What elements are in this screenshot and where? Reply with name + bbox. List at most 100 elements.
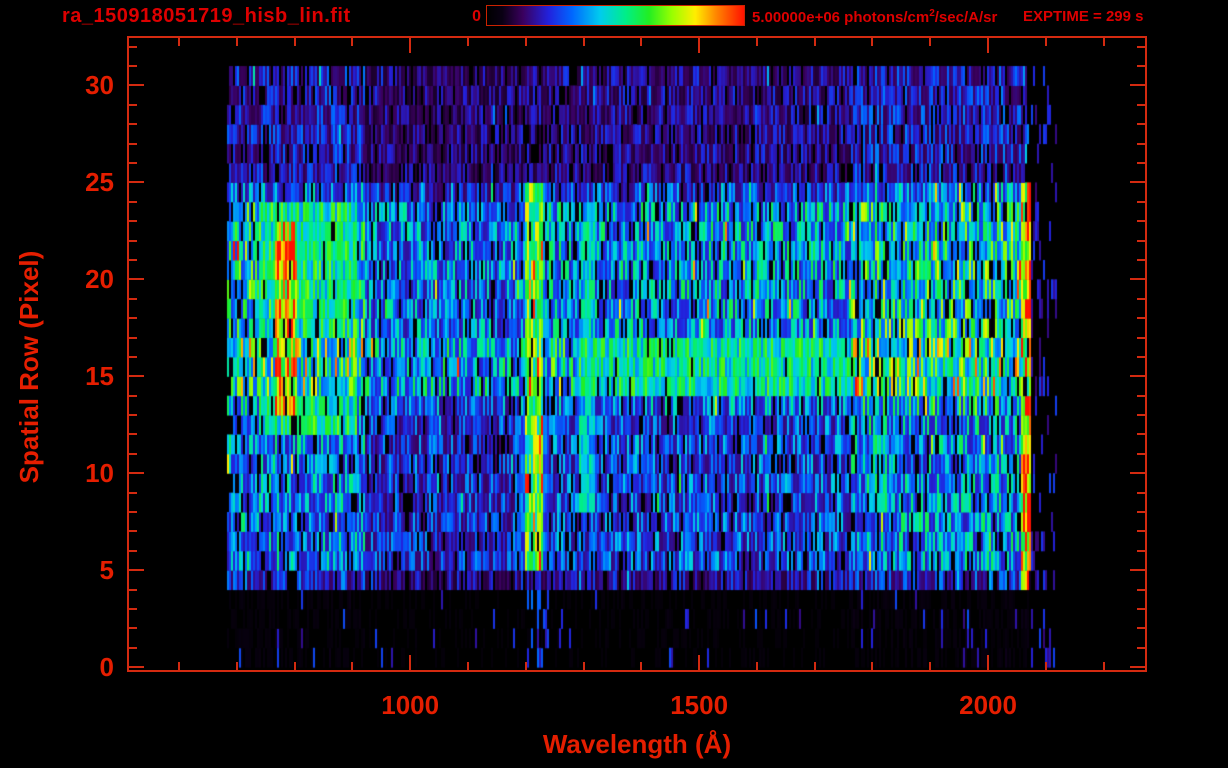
- y-minor-tick: [129, 162, 137, 164]
- y-minor-tick: [129, 433, 137, 436]
- y-minor-tick: [129, 414, 137, 417]
- y-minor-tick: [1137, 162, 1145, 164]
- x-minor-tick: [524, 38, 527, 46]
- y-minor-tick: [1137, 530, 1145, 533]
- x-minor-tick: [351, 38, 354, 46]
- x-minor-tick: [466, 38, 469, 46]
- y-minor-tick: [1137, 646, 1145, 649]
- y-minor-tick: [129, 103, 137, 106]
- x-minor-tick: [640, 662, 643, 670]
- y-major-tick: [1130, 278, 1145, 281]
- y-major-tick: [129, 84, 144, 87]
- y-minor-tick: [1137, 511, 1145, 514]
- exptime-readout: EXPTIME = 299 s: [1023, 8, 1144, 25]
- y-minor-tick: [1137, 414, 1145, 417]
- x-minor-tick: [235, 662, 238, 670]
- x-minor-tick: [1044, 38, 1047, 46]
- y-major-tick: [1130, 569, 1145, 572]
- y-minor-tick: [129, 258, 137, 261]
- y-minor-tick: [129, 491, 137, 494]
- y-major-tick: [129, 472, 144, 475]
- y-minor-tick: [1137, 258, 1145, 261]
- y-tick-label: 15: [85, 361, 114, 392]
- y-minor-tick: [1137, 627, 1145, 630]
- y-tick-label: 5: [99, 555, 114, 586]
- y-minor-tick: [1137, 297, 1145, 300]
- colorbar-gradient: [486, 5, 745, 26]
- y-minor-tick: [129, 607, 137, 610]
- x-tick-label: 2000: [959, 690, 1017, 720]
- y-minor-tick: [1137, 394, 1145, 397]
- y-tick-label: 25: [85, 167, 114, 198]
- x-minor-tick: [813, 662, 816, 670]
- y-minor-tick: [1137, 103, 1145, 106]
- x-tick-label: 1000: [381, 690, 440, 720]
- x-minor-tick: [871, 38, 874, 46]
- y-minor-tick: [129, 530, 137, 533]
- x-major-tick: [698, 655, 701, 670]
- colorbar-max-value: 5.00000e+06 photons/cm: [752, 9, 930, 26]
- x-minor-tick: [582, 662, 585, 670]
- y-minor-tick: [129, 317, 137, 320]
- y-minor-tick: [129, 394, 137, 397]
- x-minor-tick: [929, 38, 932, 46]
- x-major-tick: [987, 655, 990, 670]
- x-major-tick: [987, 38, 990, 53]
- x-minor-tick: [524, 662, 527, 670]
- y-major-tick: [129, 569, 144, 572]
- y-tick-label: 20: [85, 264, 114, 295]
- y-minor-tick: [129, 588, 137, 591]
- y-minor-tick: [129, 336, 137, 339]
- x-minor-tick: [1102, 38, 1105, 46]
- y-minor-tick: [129, 220, 137, 223]
- y-tick-label: 30: [85, 70, 114, 101]
- y-tick-label: 10: [85, 458, 114, 489]
- y-minor-tick: [129, 549, 137, 552]
- y-minor-tick: [1137, 355, 1145, 358]
- y-minor-tick: [1137, 200, 1145, 203]
- colorbar-max-label: 5.00000e+06 photons/cm2/sec/A/sr: [752, 8, 997, 26]
- y-major-tick: [129, 181, 144, 184]
- y-minor-tick: [1137, 452, 1145, 455]
- y-tick-label: 0: [99, 652, 114, 683]
- x-minor-tick: [466, 662, 469, 670]
- y-axis-title: Spatial Row (Pixel): [14, 250, 44, 484]
- y-major-tick: [1130, 472, 1145, 475]
- x-minor-tick: [813, 38, 816, 46]
- x-major-tick: [409, 655, 412, 670]
- x-minor-tick: [1102, 662, 1105, 670]
- x-minor-tick: [178, 662, 180, 670]
- y-minor-tick: [1137, 336, 1145, 339]
- y-minor-tick: [129, 297, 137, 300]
- y-major-tick: [129, 375, 144, 378]
- x-major-tick: [409, 38, 412, 53]
- x-major-tick: [698, 38, 701, 53]
- x-minor-tick: [293, 662, 296, 670]
- y-minor-tick: [129, 452, 137, 455]
- fits-filename-title: ra_150918051719_hisb_lin.fit: [62, 5, 351, 27]
- y-minor-tick: [129, 239, 137, 242]
- y-major-tick: [1130, 181, 1145, 184]
- y-major-tick: [129, 666, 144, 669]
- y-minor-tick: [129, 45, 137, 48]
- x-minor-tick: [755, 38, 758, 46]
- y-minor-tick: [129, 65, 137, 68]
- y-minor-tick: [129, 123, 137, 126]
- y-minor-tick: [129, 200, 137, 203]
- x-tick-label: 1500: [670, 690, 729, 720]
- x-minor-tick: [178, 38, 180, 46]
- y-minor-tick: [129, 627, 137, 630]
- x-minor-tick: [640, 38, 643, 46]
- x-minor-tick: [755, 662, 758, 670]
- x-minor-tick: [582, 38, 585, 46]
- y-minor-tick: [1137, 491, 1145, 494]
- y-minor-tick: [1137, 45, 1145, 48]
- y-minor-tick: [1137, 65, 1145, 68]
- x-minor-tick: [1044, 662, 1047, 670]
- y-minor-tick: [1137, 123, 1145, 126]
- y-minor-tick: [129, 646, 137, 649]
- spectrogram-viewer-window: ra_150918051719_hisb_lin.fit 0 5.00000e+…: [0, 0, 1228, 768]
- y-major-tick: [1130, 666, 1145, 669]
- y-minor-tick: [1137, 220, 1145, 223]
- x-minor-tick: [293, 38, 296, 46]
